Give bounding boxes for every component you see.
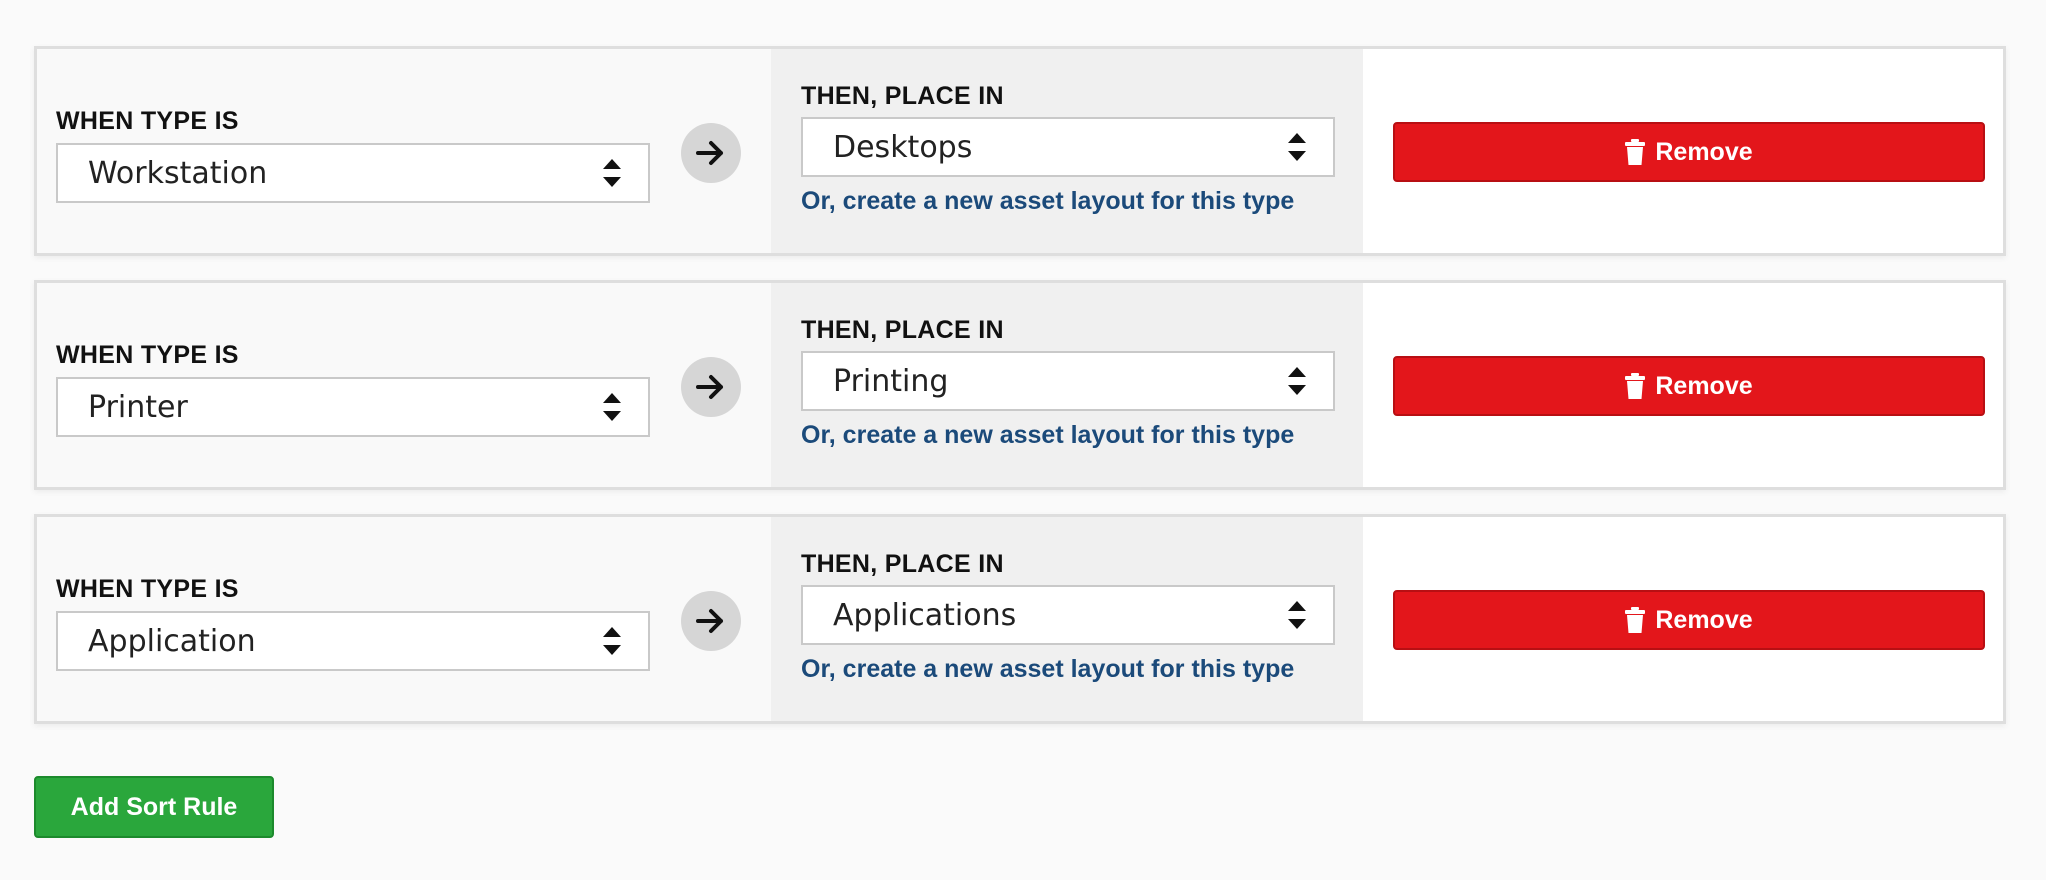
when-section: WHEN TYPE IS Printer (37, 283, 771, 487)
sort-rule: WHEN TYPE IS Application THEN, PLACE IN … (34, 514, 2006, 724)
action-section: Remove (1363, 283, 2003, 487)
type-select[interactable]: Application (56, 611, 650, 671)
when-section: WHEN TYPE IS Application (37, 517, 771, 721)
sort-rules-page: WHEN TYPE IS Workstation THEN, PLACE IN … (0, 0, 2046, 880)
when-section: WHEN TYPE IS Workstation (37, 49, 771, 253)
remove-button[interactable]: Remove (1393, 122, 1985, 182)
place-select-value: Printing (833, 363, 949, 399)
type-select-value: Workstation (88, 155, 268, 191)
add-sort-rule-button[interactable]: Add Sort Rule (34, 776, 274, 838)
then-section: THEN, PLACE IN Printing Or, create a new… (771, 283, 1363, 487)
create-asset-layout-link[interactable]: Or, create a new asset layout for this t… (801, 187, 1294, 216)
place-select-value: Desktops (833, 129, 973, 165)
type-select[interactable]: Workstation (56, 143, 650, 203)
then-place-label: THEN, PLACE IN (801, 82, 1004, 110)
trash-icon (1625, 373, 1646, 399)
select-updown-icon (1287, 367, 1307, 395)
sort-rules-list: WHEN TYPE IS Workstation THEN, PLACE IN … (34, 46, 2006, 748)
sort-rule: WHEN TYPE IS Workstation THEN, PLACE IN … (34, 46, 2006, 256)
select-updown-icon (1287, 133, 1307, 161)
action-section: Remove (1363, 517, 2003, 721)
action-section: Remove (1363, 49, 2003, 253)
then-place-label: THEN, PLACE IN (801, 316, 1004, 344)
when-type-label: WHEN TYPE IS (56, 107, 239, 135)
remove-button[interactable]: Remove (1393, 356, 1985, 416)
create-asset-layout-link[interactable]: Or, create a new asset layout for this t… (801, 421, 1294, 450)
select-updown-icon (602, 393, 622, 421)
remove-button[interactable]: Remove (1393, 590, 1985, 650)
then-section: THEN, PLACE IN Applications Or, create a… (771, 517, 1363, 721)
remove-button-label: Remove (1655, 371, 1753, 400)
select-updown-icon (602, 627, 622, 655)
trash-icon (1625, 139, 1646, 165)
remove-button-label: Remove (1655, 605, 1753, 634)
place-select[interactable]: Printing (801, 351, 1335, 411)
place-select-value: Applications (833, 597, 1017, 633)
arrow-right-icon (681, 123, 741, 183)
select-updown-icon (602, 159, 622, 187)
select-updown-icon (1287, 601, 1307, 629)
remove-button-label: Remove (1655, 137, 1753, 166)
then-place-label: THEN, PLACE IN (801, 550, 1004, 578)
then-section: THEN, PLACE IN Desktops Or, create a new… (771, 49, 1363, 253)
place-select[interactable]: Applications (801, 585, 1335, 645)
type-select[interactable]: Printer (56, 377, 650, 437)
type-select-value: Application (88, 623, 256, 659)
arrow-right-icon (681, 357, 741, 417)
sort-rule: WHEN TYPE IS Printer THEN, PLACE IN Prin… (34, 280, 2006, 490)
place-select[interactable]: Desktops (801, 117, 1335, 177)
type-select-value: Printer (88, 389, 188, 425)
create-asset-layout-link[interactable]: Or, create a new asset layout for this t… (801, 655, 1294, 684)
trash-icon (1625, 607, 1646, 633)
when-type-label: WHEN TYPE IS (56, 341, 239, 369)
when-type-label: WHEN TYPE IS (56, 575, 239, 603)
arrow-right-icon (681, 591, 741, 651)
